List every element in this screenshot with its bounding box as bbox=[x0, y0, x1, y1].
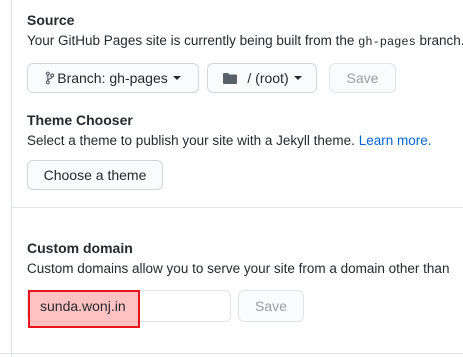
source-heading: Source bbox=[27, 12, 75, 28]
branch-select-label: Branch: gh-pages bbox=[57, 70, 168, 86]
branch-select-button[interactable]: Branch: gh-pages bbox=[27, 63, 199, 93]
github-pages-settings: Source Your GitHub Pages site is current… bbox=[0, 0, 463, 357]
source-description: Your GitHub Pages site is currently bein… bbox=[27, 32, 463, 51]
source-save-label: Save bbox=[346, 70, 379, 86]
folder-select-button[interactable]: / (root) bbox=[207, 63, 317, 93]
custom-domain-description: Custom domains allow you to serve your s… bbox=[27, 261, 450, 276]
source-save-button[interactable]: Save bbox=[329, 63, 396, 93]
frame-border bbox=[11, 0, 12, 357]
caret-down-icon bbox=[172, 76, 181, 80]
choose-theme-label: Choose a theme bbox=[43, 167, 147, 183]
theme-chooser-section: Theme Chooser Select a theme to publish … bbox=[27, 111, 463, 150]
source-description-suffix: branch. bbox=[415, 33, 463, 48]
source-description-text: Your GitHub Pages site is currently bein… bbox=[27, 33, 359, 48]
section-divider bbox=[11, 207, 463, 208]
folder-select-label: / (root) bbox=[247, 70, 289, 86]
folder-icon bbox=[223, 72, 238, 84]
caret-down-icon bbox=[293, 76, 302, 80]
source-branch-code: gh-pages bbox=[358, 35, 416, 49]
git-branch-icon bbox=[46, 71, 55, 85]
source-section: Source Your GitHub Pages site is current… bbox=[27, 11, 463, 51]
theme-chooser-description: Select a theme to publish your site with… bbox=[27, 132, 463, 150]
choose-theme-button[interactable]: Choose a theme bbox=[27, 160, 163, 190]
bottom-divider bbox=[0, 353, 463, 354]
custom-domain-save-button[interactable]: Save bbox=[238, 290, 304, 322]
learn-more-link[interactable]: Learn more. bbox=[359, 133, 432, 148]
theme-chooser-heading: Theme Chooser bbox=[27, 112, 133, 128]
custom-domain-value: sunda.wonj.in bbox=[40, 298, 126, 314]
custom-domain-save-label: Save bbox=[255, 298, 287, 314]
custom-domain-heading: Custom domain bbox=[27, 240, 133, 256]
custom-domain-section: Custom domain Custom domains allow you t… bbox=[27, 239, 463, 278]
theme-chooser-description-text: Select a theme to publish your site with… bbox=[27, 133, 355, 148]
